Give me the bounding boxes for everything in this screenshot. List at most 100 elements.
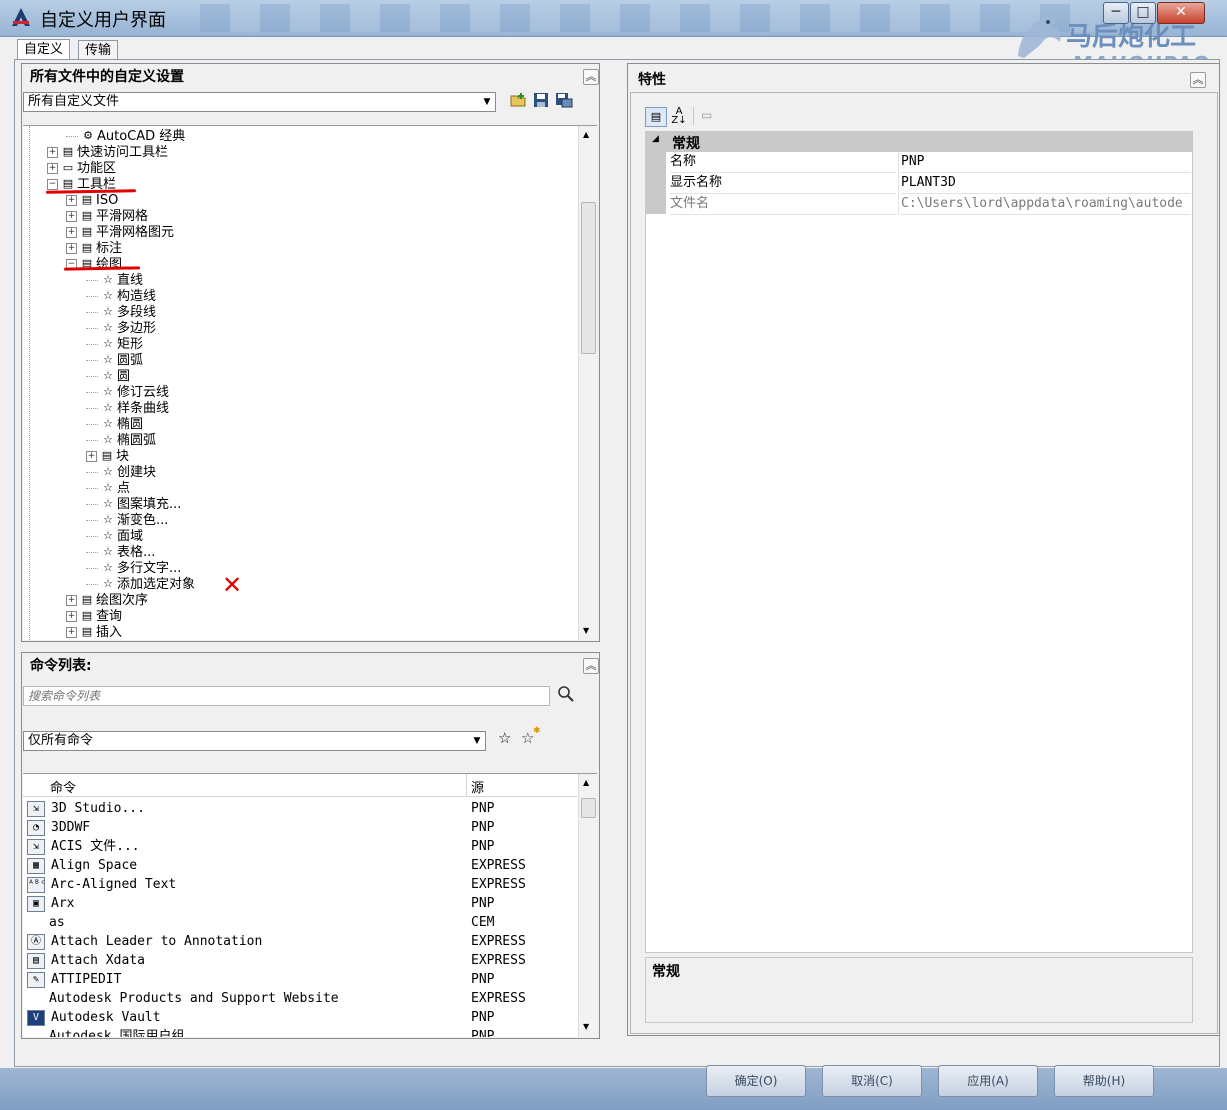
expand-icon[interactable]: + xyxy=(66,626,77,638)
scroll-up-icon[interactable]: ▲ xyxy=(583,778,589,787)
command-scrollbar[interactable]: ▲ ▼ xyxy=(578,774,597,1037)
find-command-star-icon[interactable]: ☆ xyxy=(498,729,511,747)
tree-item[interactable]: ☆ 样条曲线 xyxy=(23,400,577,416)
tree-item[interactable]: ☆ 圆弧 xyxy=(23,352,577,368)
expand-icon[interactable]: + xyxy=(66,194,77,206)
scroll-down-icon[interactable]: ▼ xyxy=(583,626,589,635)
tab-customize[interactable]: 自定义 xyxy=(17,39,71,60)
property-value[interactable]: PNP xyxy=(901,152,1191,173)
customizations-collapse-button[interactable]: ︽ xyxy=(583,69,599,85)
expand-icon[interactable]: + xyxy=(66,594,77,606)
tree-item[interactable]: + ▤ 平滑网格图元 xyxy=(23,224,577,240)
cancel-button[interactable]: 取消(C) xyxy=(822,1065,922,1097)
table-row[interactable]: ⇲ ACIS 文件... PNP xyxy=(23,837,577,856)
table-row[interactable]: ◔ 3DDWF PNP xyxy=(23,818,577,837)
save-as-icon[interactable] xyxy=(555,92,573,108)
table-row[interactable]: V Autodesk Vault PNP xyxy=(23,1008,577,1027)
tree-item[interactable]: ⚙ AutoCAD 经典 xyxy=(23,128,577,144)
tree-item-label: 标注 xyxy=(96,240,123,256)
tree-item[interactable]: + ▤ 绘图次序 xyxy=(23,592,577,608)
tree-item[interactable]: ☆ 椭圆 xyxy=(23,416,577,432)
table-row[interactable]: as CEM xyxy=(23,913,577,932)
apply-button[interactable]: 应用(A) xyxy=(938,1065,1038,1097)
table-row[interactable]: Autodesk 国际用户组 PNP xyxy=(23,1027,577,1037)
table-row[interactable]: ᴬᴮᶜ Arc-Aligned Text EXPRESS xyxy=(23,875,577,894)
command-scroll-thumb[interactable] xyxy=(581,798,596,818)
close-button[interactable]: ✕ xyxy=(1157,2,1205,24)
minimize-button[interactable]: ─ xyxy=(1103,2,1129,24)
command-list-collapse-button[interactable]: ︽ xyxy=(583,658,599,674)
tree-item[interactable]: + ▤ ISO xyxy=(23,192,577,208)
command-search-input[interactable] xyxy=(23,686,550,706)
expand-icon[interactable]: + xyxy=(47,162,58,174)
tree-item[interactable]: ☆ 椭圆弧 xyxy=(23,432,577,448)
tree-item[interactable]: + ▤ 查询 xyxy=(23,608,577,624)
expand-icon[interactable]: + xyxy=(66,242,77,254)
column-source[interactable]: 源 xyxy=(471,777,484,796)
tree-item[interactable]: ☆ 构造线 xyxy=(23,288,577,304)
search-icon[interactable] xyxy=(557,685,575,703)
tree-item[interactable]: ☆ 点 xyxy=(23,480,577,496)
categorized-view-icon[interactable]: ▤ xyxy=(645,107,667,127)
tree-item[interactable]: + ▤ 标注 xyxy=(23,240,577,256)
tree-item[interactable]: + ▤ 插入 xyxy=(23,624,577,640)
property-row[interactable]: 名称 PNP xyxy=(666,152,1192,173)
tree-item[interactable]: + ▤ 快速访问工具栏 xyxy=(23,144,577,160)
alphabetical-sort-icon[interactable]: A Z↓ xyxy=(669,107,689,126)
tree-item[interactable]: ☆ 多段线 xyxy=(23,304,577,320)
file-combo[interactable]: 所有自定义文件 ▼ xyxy=(23,92,496,112)
dwf-icon: ◔ xyxy=(27,819,45,836)
tree-item[interactable]: ☆ 直线 xyxy=(23,272,577,288)
property-section-header[interactable]: ◢ 常规 xyxy=(646,132,1192,152)
table-row[interactable]: ▦ Align Space EXPRESS xyxy=(23,856,577,875)
tree-scrollbar[interactable]: ▲ ▼ xyxy=(578,126,597,640)
property-row[interactable]: 显示名称 PLANT3D xyxy=(666,173,1192,194)
scroll-up-icon[interactable]: ▲ xyxy=(583,130,589,139)
open-file-icon[interactable] xyxy=(510,92,528,108)
ok-button[interactable]: 确定(O) xyxy=(706,1065,806,1097)
command-filter-combo[interactable]: 仅所有命令 ▼ xyxy=(23,731,486,751)
tree-item[interactable]: + ▤ 块 xyxy=(23,448,577,464)
save-icon[interactable] xyxy=(533,92,549,108)
collapse-triangle-icon[interactable]: ◢ xyxy=(652,134,659,144)
tree-item[interactable]: ☆ 多边形 xyxy=(23,320,577,336)
tree-item[interactable]: + ▭ 功能区 xyxy=(23,160,577,176)
command-list-panel: 命令列表: ︽ 仅所有命令 ▼ ☆ ☆ ✱ 命令 源 ⇲3D Studio...… xyxy=(21,652,600,1039)
tree-item[interactable]: ☆ 多行文字... xyxy=(23,560,577,576)
tree-item[interactable]: ☆ 矩形 xyxy=(23,336,577,352)
arc-text-icon: ᴬᴮᶜ xyxy=(27,876,46,893)
tree-item[interactable]: ☆ 修订云线 xyxy=(23,384,577,400)
tree-item[interactable]: ☆ 圆 xyxy=(23,368,577,384)
tree-item[interactable]: ☆ 图案填充... xyxy=(23,496,577,512)
tree-item-label: 椭圆弧 xyxy=(117,432,157,448)
scroll-down-icon[interactable]: ▼ xyxy=(583,1022,589,1031)
tree-item[interactable]: ☆ 创建块 xyxy=(23,464,577,480)
expand-icon[interactable]: + xyxy=(86,450,97,462)
table-row[interactable]: Ⓐ Attach Leader to Annotation EXPRESS xyxy=(23,932,577,951)
tree-item[interactable]: + ▤ 平滑网格 xyxy=(23,208,577,224)
help-button[interactable]: 帮助(H) xyxy=(1054,1065,1154,1097)
tree-item[interactable]: ☆ 表格... xyxy=(23,544,577,560)
collapse-icon[interactable]: − xyxy=(47,178,58,190)
table-row[interactable]: Autodesk Products and Support Website EXP… xyxy=(23,989,577,1008)
expand-icon[interactable]: + xyxy=(47,146,58,158)
expand-icon[interactable]: + xyxy=(66,610,77,622)
expand-icon[interactable]: + xyxy=(66,226,77,238)
expand-icon[interactable]: + xyxy=(66,210,77,222)
property-row[interactable]: 文件名 C:\Users\lord\appdata\roaming\autode xyxy=(666,194,1192,215)
maximize-button[interactable]: □ xyxy=(1130,2,1156,24)
tree-item[interactable]: ☆ 渐变色... xyxy=(23,512,577,528)
table-row[interactable]: ▣ Arx PNP xyxy=(23,894,577,913)
tree-item[interactable]: ☆ 添加选定对象 xyxy=(23,576,577,592)
table-row[interactable]: ⇲ 3D Studio... PNP xyxy=(23,799,577,818)
command-name: Attach Leader to Annotation xyxy=(51,934,263,949)
column-command[interactable]: 命令 xyxy=(50,777,76,796)
table-row[interactable]: ▤ Attach Xdata EXPRESS xyxy=(23,951,577,970)
property-value[interactable]: PLANT3D xyxy=(901,173,1191,194)
table-row[interactable]: ✎ ATTIPEDIT PNP xyxy=(23,970,577,989)
tab-transfer[interactable]: 传输 xyxy=(78,40,119,60)
properties-collapse-button[interactable]: ︽ xyxy=(1190,72,1206,88)
tree-scroll-thumb[interactable] xyxy=(581,202,596,354)
property-pages-icon[interactable]: ▭ xyxy=(701,108,717,124)
tree-item[interactable]: ☆ 面域 xyxy=(23,528,577,544)
